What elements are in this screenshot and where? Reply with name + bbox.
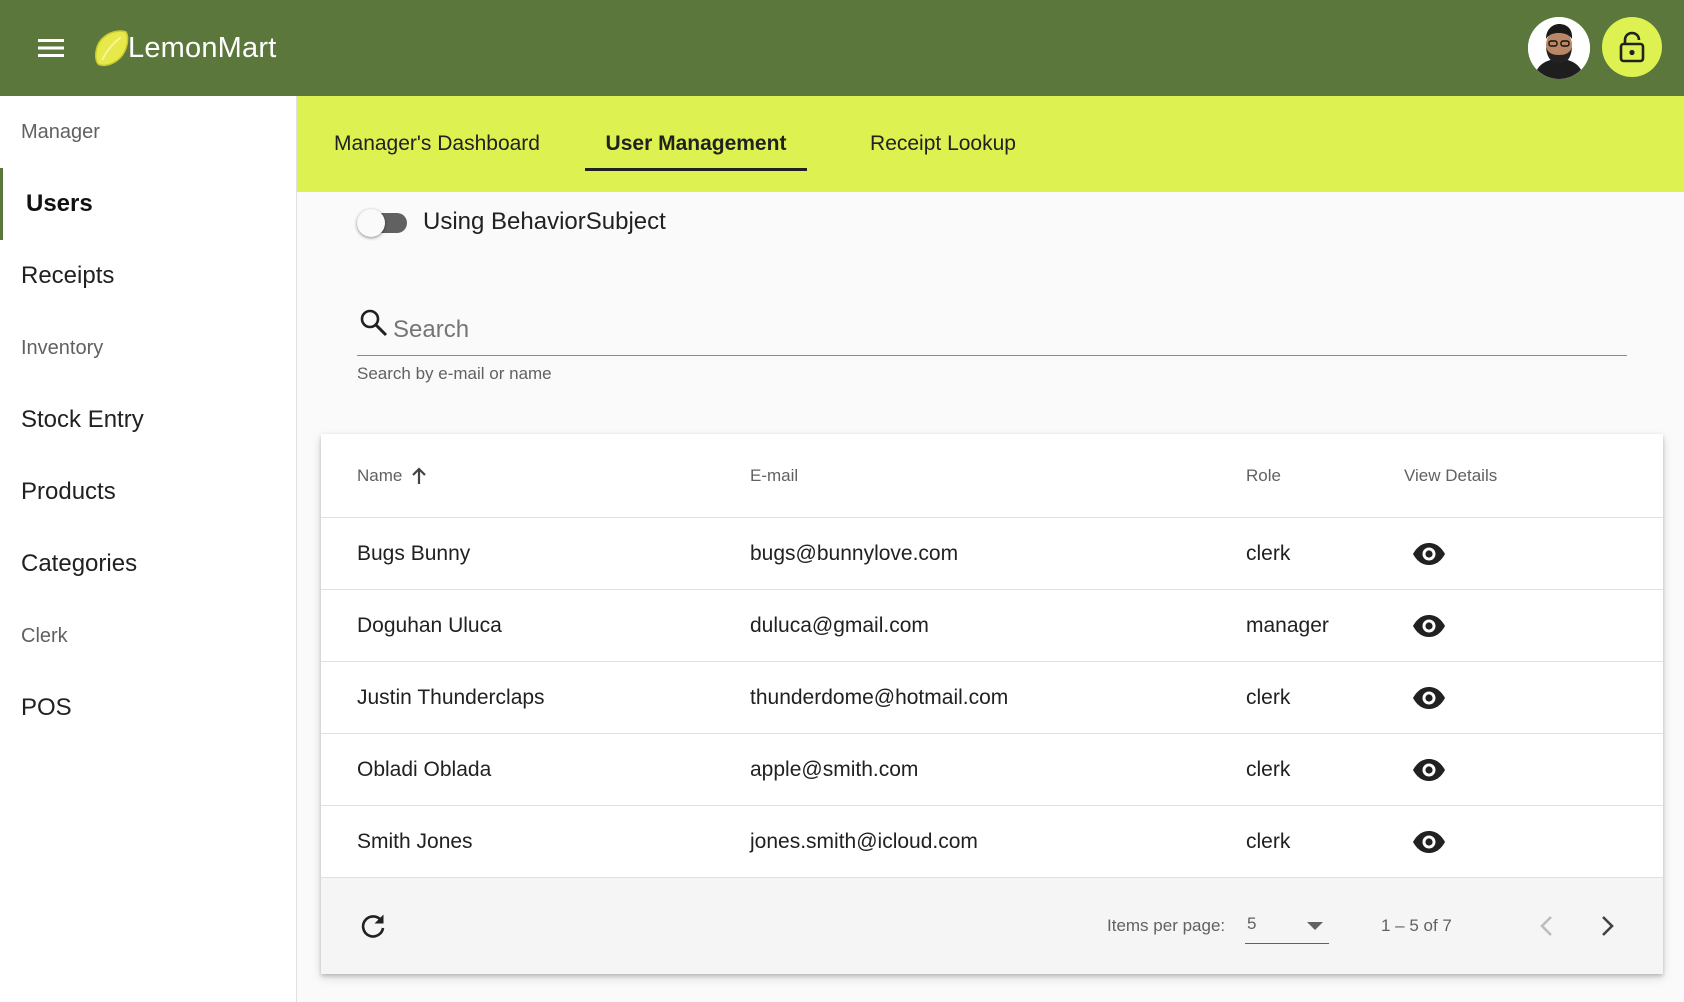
sidebar-item-stock-entry[interactable]: Stock Entry bbox=[0, 384, 296, 456]
column-header-name-label: Name bbox=[357, 466, 403, 485]
sidebar-header-clerk: Clerk bbox=[21, 624, 68, 647]
cell-name: Doguhan Uluca bbox=[357, 614, 502, 637]
sidebar-item-products[interactable]: Products bbox=[0, 456, 296, 528]
column-header-view-details: View Details bbox=[1404, 466, 1498, 485]
table-header-row: Name E-mail Role View Details bbox=[321, 434, 1663, 518]
view-details-button[interactable] bbox=[1411, 752, 1447, 788]
cell-role: clerk bbox=[1246, 830, 1291, 853]
view-details-button[interactable] bbox=[1411, 608, 1447, 644]
tab-managers-dashboard[interactable]: Manager's Dashboard bbox=[331, 96, 543, 192]
user-avatar[interactable] bbox=[1528, 17, 1590, 79]
sidebar-item-categories[interactable]: Categories bbox=[0, 528, 296, 600]
column-header-email: E-mail bbox=[750, 466, 799, 485]
chevron-left-icon bbox=[1540, 916, 1552, 936]
lemon-logo-icon bbox=[95, 30, 129, 67]
paginator: Items per page: 5 1 – 5 of 7 bbox=[321, 878, 1663, 974]
search-hint: Search by e-mail or name bbox=[357, 364, 552, 383]
toggle-thumb bbox=[357, 209, 385, 237]
menu-button[interactable] bbox=[26, 28, 76, 68]
items-per-page-value: 5 bbox=[1247, 914, 1257, 933]
sidebar-item-receipts[interactable]: Receipts bbox=[0, 240, 296, 312]
next-page-button[interactable] bbox=[1585, 904, 1629, 948]
view-details-button[interactable] bbox=[1411, 824, 1447, 860]
cell-name: Smith Jones bbox=[357, 830, 473, 853]
sidebar-header-manager: Manager bbox=[21, 120, 100, 143]
chevron-right-icon bbox=[1602, 916, 1614, 936]
view-details-button[interactable] bbox=[1411, 680, 1447, 716]
sidebar-item-users[interactable]: Users bbox=[0, 168, 296, 240]
active-tab-indicator bbox=[585, 168, 807, 171]
side-nav: Manager Users Receipts Inventory Stock E… bbox=[0, 96, 297, 1002]
tab-bar: Manager's Dashboard User Management Rece… bbox=[297, 96, 1684, 192]
table-row: Obladi Oblada apple@smith.com clerk bbox=[321, 734, 1663, 806]
table-row: Justin Thunderclaps thunderdome@hotmail.… bbox=[321, 662, 1663, 734]
tab-receipt-lookup[interactable]: Receipt Lookup bbox=[837, 96, 1049, 192]
eye-icon bbox=[1413, 543, 1445, 565]
cell-email: thunderdome@hotmail.com bbox=[750, 686, 1009, 709]
cell-email: apple@smith.com bbox=[750, 758, 919, 781]
cell-role: clerk bbox=[1246, 686, 1291, 709]
view-details-button[interactable] bbox=[1411, 536, 1447, 572]
dropdown-arrow-icon bbox=[1307, 922, 1323, 930]
menu-icon bbox=[38, 39, 64, 57]
cell-email: duluca@gmail.com bbox=[750, 614, 929, 637]
behaviorsubject-toggle[interactable] bbox=[357, 209, 413, 237]
cell-role: clerk bbox=[1246, 758, 1291, 781]
cell-name: Obladi Oblada bbox=[357, 758, 492, 781]
search-input[interactable] bbox=[393, 312, 1593, 348]
sidebar-header-inventory: Inventory bbox=[21, 336, 104, 359]
cell-role: manager bbox=[1246, 614, 1329, 637]
eye-icon bbox=[1413, 687, 1445, 709]
eye-icon bbox=[1413, 615, 1445, 637]
lock-open-icon bbox=[1619, 31, 1645, 63]
tab-user-management[interactable]: User Management bbox=[585, 96, 807, 192]
items-per-page-label: Items per page: bbox=[1107, 916, 1226, 935]
arrow-up-icon bbox=[412, 467, 427, 484]
refresh-icon bbox=[361, 914, 385, 938]
search-icon bbox=[360, 309, 388, 337]
eye-icon bbox=[1413, 831, 1445, 853]
cell-role: clerk bbox=[1246, 542, 1291, 565]
table-row: Bugs Bunny bugs@bunnylove.com clerk bbox=[321, 518, 1663, 590]
sidebar-item-pos[interactable]: POS bbox=[0, 672, 296, 744]
table-row: Smith Jones jones.smith@icloud.com clerk bbox=[321, 806, 1663, 878]
cell-name: Bugs Bunny bbox=[357, 542, 471, 565]
toggle-label: Using BehaviorSubject bbox=[423, 208, 666, 235]
app-title[interactable]: LemonMart bbox=[128, 28, 276, 68]
items-per-page-select[interactable]: 5 bbox=[1245, 908, 1329, 944]
logout-lock-button[interactable] bbox=[1602, 17, 1662, 77]
page-range-label: 1 – 5 of 7 bbox=[1381, 916, 1452, 935]
column-header-role: Role bbox=[1246, 466, 1281, 485]
users-table-card: Name E-mail Role View Details Bugs Bunny… bbox=[321, 434, 1663, 974]
search-field bbox=[357, 306, 1627, 356]
cell-name: Justin Thunderclaps bbox=[357, 686, 545, 709]
eye-icon bbox=[1413, 759, 1445, 781]
avatar-image bbox=[1528, 17, 1590, 79]
column-header-name[interactable]: Name bbox=[357, 434, 428, 518]
cell-email: jones.smith@icloud.com bbox=[750, 830, 978, 853]
cell-email: bugs@bunnylove.com bbox=[750, 542, 959, 565]
previous-page-button[interactable] bbox=[1525, 904, 1569, 948]
app-toolbar: LemonMart bbox=[0, 0, 1684, 96]
refresh-button[interactable] bbox=[351, 904, 395, 948]
table-row: Doguhan Uluca duluca@gmail.com manager bbox=[321, 590, 1663, 662]
